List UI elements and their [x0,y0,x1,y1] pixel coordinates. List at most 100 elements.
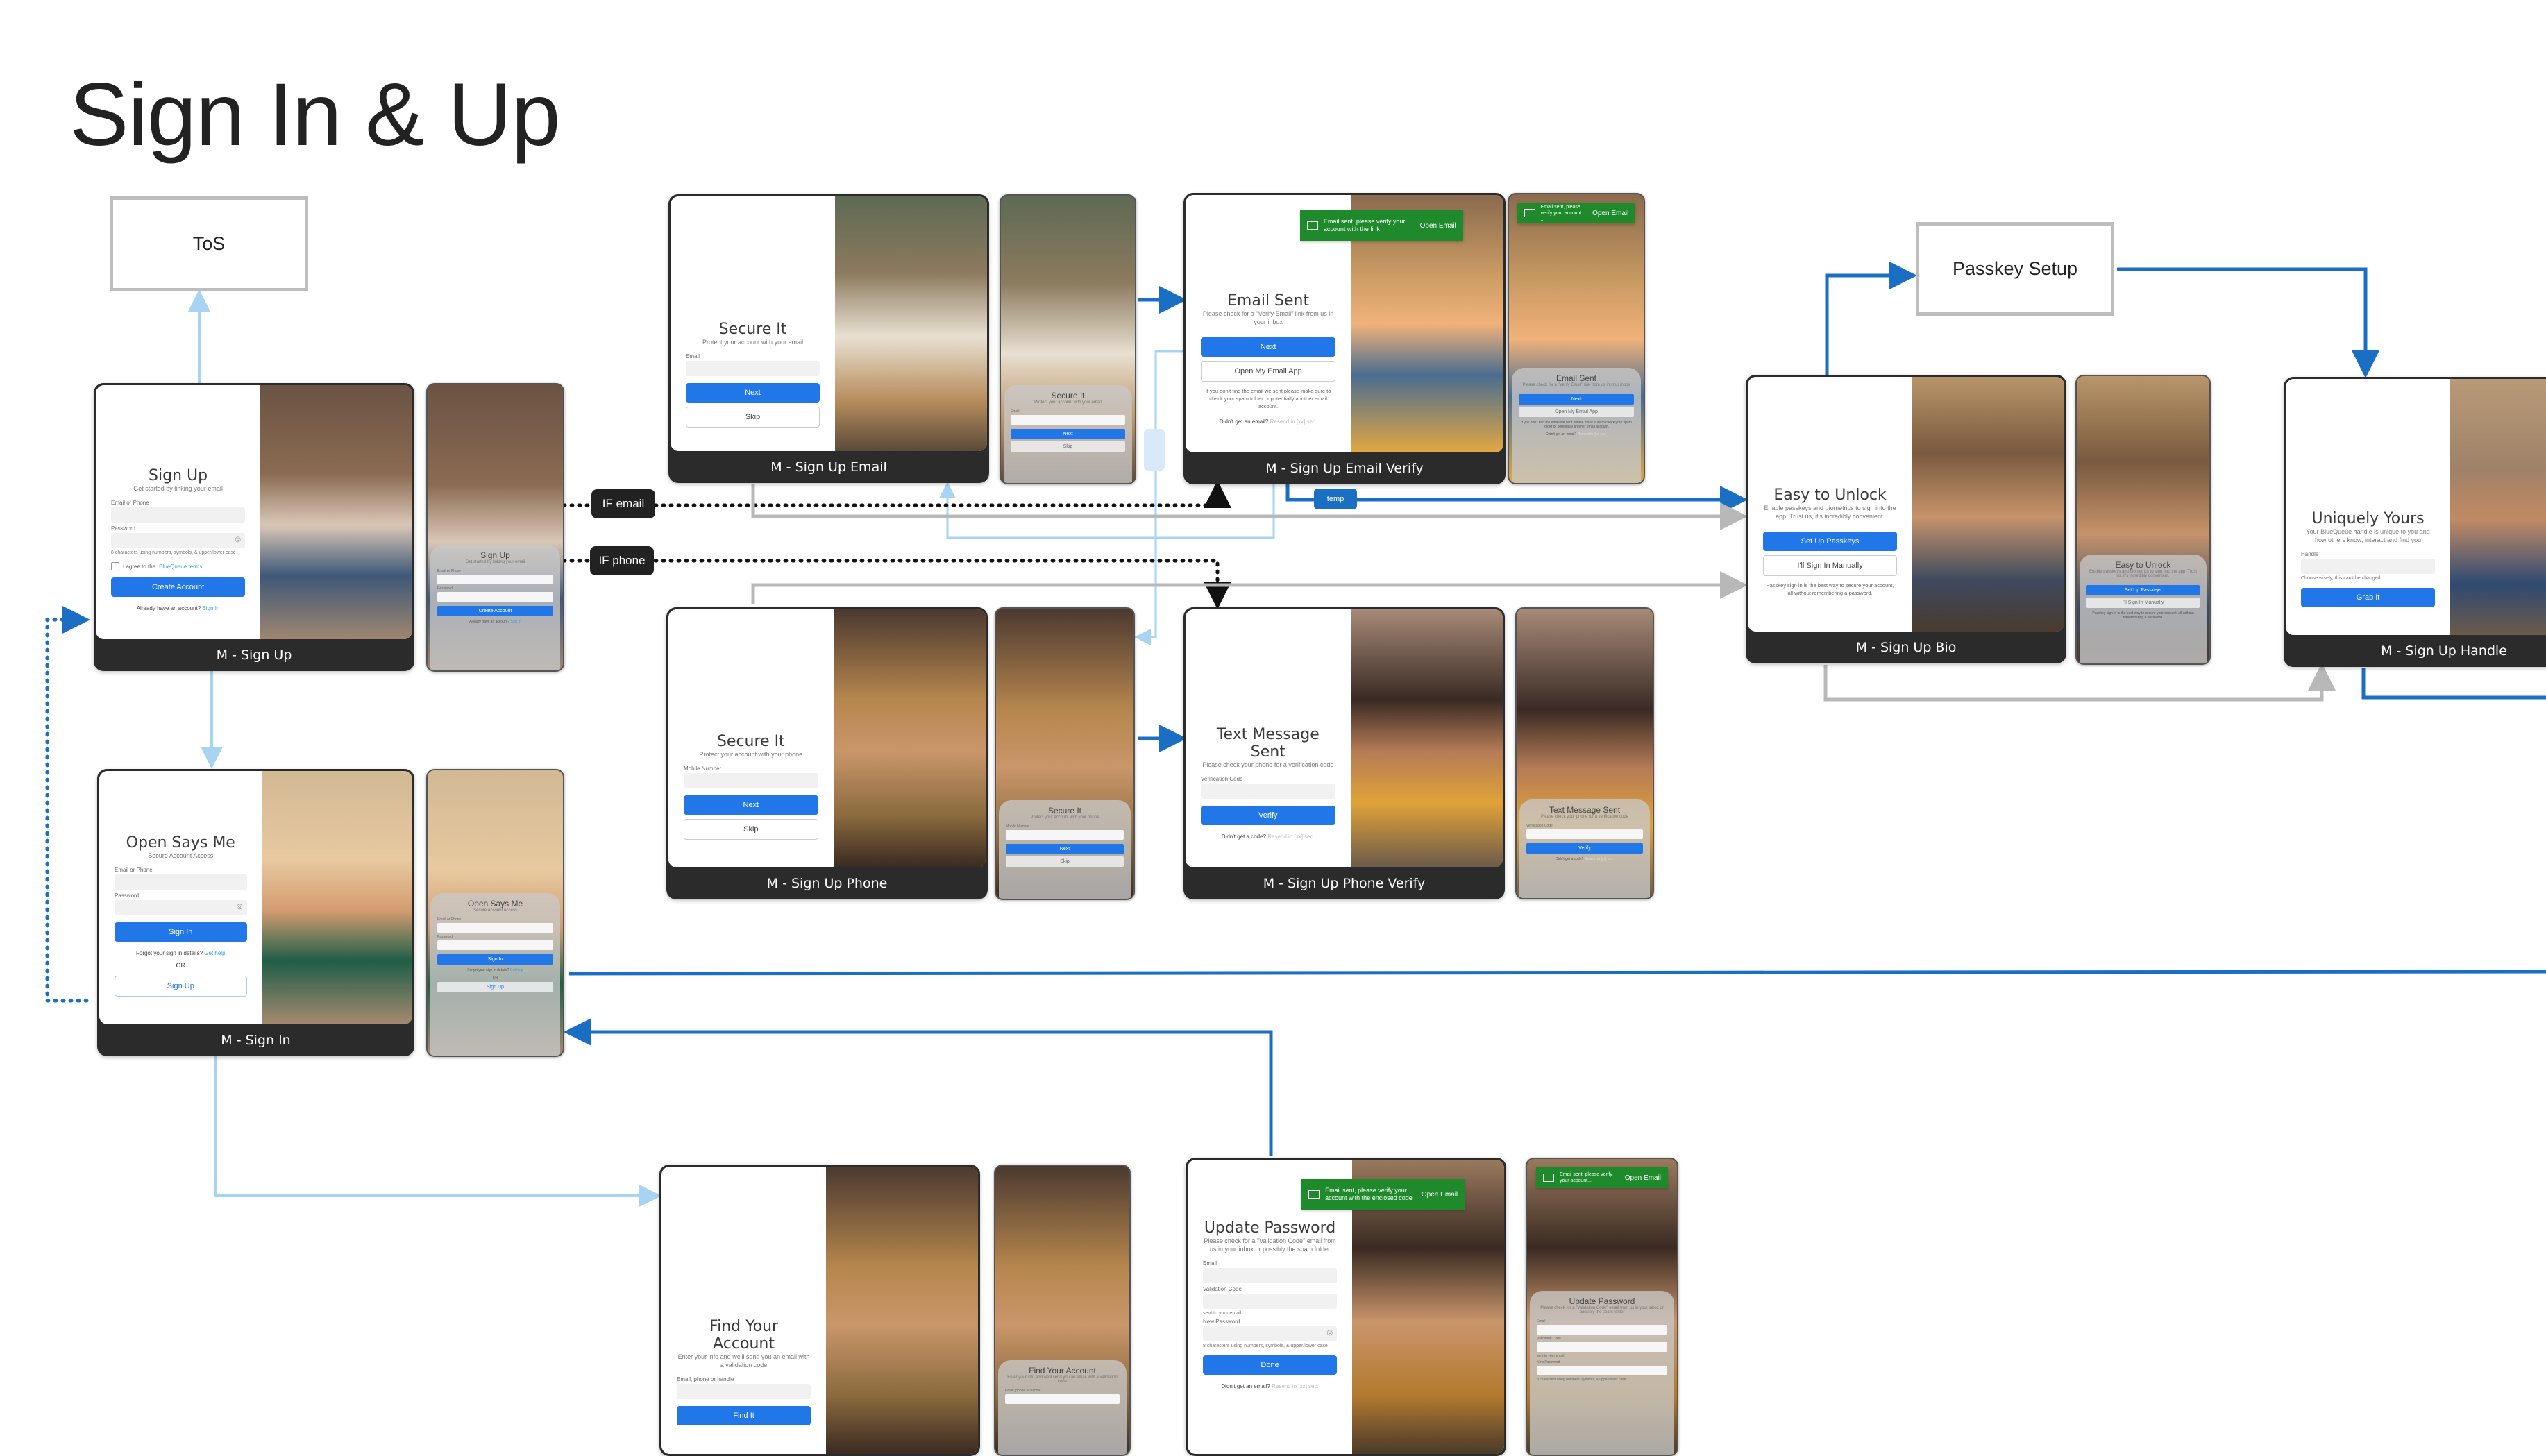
mobile-label: Mobile Number [684,765,722,772]
phone-sign-in-button[interactable]: Sign In [437,954,553,965]
phone-sign-up-phone: Secure It Protect your account with your… [995,607,1135,900]
eye-icon[interactable]: ◎ [1326,1329,1333,1337]
sign-in-form: Open Says Me Secure Account Access Email… [99,771,262,1024]
phone-have-account: Already have an account? Sign In [437,620,553,624]
verify-button[interactable]: Verify [1201,806,1335,825]
email-phone-handle-input[interactable] [677,1384,811,1399]
email-label: Email or Phone [111,500,149,506]
screen-caption: M - Sign Up Email [770,459,887,475]
eye-icon[interactable]: ◎ [235,536,241,543]
sign-in-manually-button[interactable]: I'll Sign In Manually [1763,555,1898,576]
sign-up-title: Sign Up [149,467,208,484]
hero-photo [835,196,987,451]
phone-email-input[interactable] [1011,415,1125,425]
phone-create-account-button[interactable]: Create Account [437,605,553,616]
phone-email-label: Email or Phone [437,917,462,922]
phone-skip-button[interactable]: Skip [1006,856,1124,867]
phone-skip-button[interactable]: Skip [1011,441,1125,452]
phone-resend-row: Didn't get an email? Resend in [xx] sec. [1519,432,1634,437]
open-email-toast-button[interactable]: Open Email [1422,1191,1458,1199]
phone-password-label: Password [437,934,453,939]
phone-resend-link[interactable]: Resend in [xx] sec. [1578,432,1607,437]
phone-next-button[interactable]: Next [1011,429,1125,440]
email-label: Email or Phone [115,867,153,873]
eye-icon[interactable]: ◎ [237,903,243,911]
phone-sign-up-email-verify: Email sent, please verify your account .… [1508,193,1645,484]
phone-field-input[interactable] [1005,1394,1120,1404]
phone-sign-in-manually-button[interactable]: I'll Sign In Manually [2086,597,2200,608]
phone-email-input[interactable] [437,922,553,933]
resend-link[interactable]: Resend in [xx] sec. [1270,418,1317,425]
find-it-button[interactable]: Find It [677,1406,811,1425]
phone-sign-up-button[interactable]: Sign Up [437,981,553,992]
screen-caption: M - Sign Up [216,647,292,663]
phone-new-password-input[interactable] [1537,1366,1667,1375]
phone-toast-text: Email sent, please verify your account .… [1540,204,1582,222]
phone-title: Email Sent [1556,373,1597,383]
terms-link[interactable]: BlueQueue terms [159,564,202,570]
phone-open-email-toast-button[interactable]: Open Email [1592,210,1628,217]
mobile-number-input[interactable] [684,773,818,788]
phone-sign-in-link[interactable]: Sign In [510,620,521,624]
skip-button[interactable]: Skip [684,819,818,840]
phone-password-input[interactable] [437,591,553,602]
verification-code-input[interactable] [1201,784,1335,799]
set-up-passkeys-button[interactable]: Set Up Passkeys [1763,532,1898,551]
phone-subtitle: Protect your account with your phone [1030,815,1099,820]
open-email-app-button[interactable]: Open My Email App [1201,361,1336,382]
if-phone-tag: IF phone [590,546,654,575]
phone-verify-button[interactable]: Verify [1526,843,1643,854]
skip-button[interactable]: Skip [686,407,820,428]
phone-resend-link[interactable]: Resend in [xx] sec. [1585,857,1614,861]
password-input[interactable]: ◎ [115,900,247,915]
open-email-toast-button[interactable]: Open Email [1420,222,1456,230]
create-account-button[interactable]: Create Account [111,577,246,597]
passkey-setup-note: Passkey Setup [1916,222,2114,316]
phone-set-up-passkeys-button[interactable]: Set Up Passkeys [2086,584,2200,595]
phone-next-button[interactable]: Next [1519,393,1634,405]
validation-code-input[interactable] [1203,1294,1338,1309]
terms-checkbox[interactable] [111,562,119,570]
grab-it-button[interactable]: Grab It [2301,588,2436,607]
connector-signin-to-signup-dotted [45,606,90,1003]
email-or-phone-input[interactable] [111,507,246,523]
next-button[interactable]: Next [686,383,820,403]
phone-code-input[interactable] [1537,1342,1667,1352]
get-help-link[interactable]: Get help [204,950,225,956]
sign-in-link[interactable]: Sign In [202,605,219,611]
phone-email-input[interactable] [1537,1325,1667,1335]
connector-bubble [1144,429,1165,471]
new-password-input[interactable]: ◎ [1203,1326,1338,1341]
phone-field-label: Email, phone or handle [1005,1389,1041,1393]
screen-find-account: Find Your Account Enter your info and we… [659,1165,980,1456]
handle-input[interactable] [2301,559,2436,574]
find-account-form: Find Your Account Enter your info and we… [661,1167,827,1454]
phone-mobile-input[interactable] [1006,829,1124,840]
email-input[interactable] [686,361,820,376]
connector-if-phone [562,559,1231,609]
sign-up-button[interactable]: Sign Up [115,976,247,997]
phone-subtitle: Protect your account with your email [1034,400,1102,405]
phone-resend-row: Didn't get a code? Resend in [xx] sec. [1526,857,1643,861]
phone-get-help-link[interactable]: Get help [510,968,523,972]
email-or-phone-input[interactable] [115,874,247,890]
next-button[interactable]: Next [684,795,818,815]
resend-link[interactable]: Resend in [xx] sec. [1267,833,1315,840]
resend-link[interactable]: Resend in [xx] sec. [1272,1383,1319,1389]
phone-email-input[interactable] [437,574,553,584]
hero-photo [833,609,986,867]
phone-code-input[interactable] [1526,829,1643,840]
phone-open-email-app-button[interactable]: Open My Email App [1519,406,1634,417]
done-button[interactable]: Done [1203,1355,1338,1375]
resend-row: Didn't get an email? Resend in [xx] sec. [1201,418,1335,425]
phone-mobile-label: Mobile Number [1006,824,1029,829]
sign-in-title: Open Says Me [126,834,235,852]
next-button[interactable]: Next [1201,337,1336,357]
sign-in-button[interactable]: Sign In [115,922,247,942]
email-input[interactable] [1203,1268,1338,1283]
phone-password-input[interactable] [437,940,553,950]
phone-open-email-toast-button[interactable]: Open Email [1625,1174,1661,1181]
password-input[interactable]: ◎ [111,533,246,548]
screen-sign-in: Open Says Me Secure Account Access Email… [97,769,414,1056]
phone-next-button[interactable]: Next [1006,843,1124,854]
